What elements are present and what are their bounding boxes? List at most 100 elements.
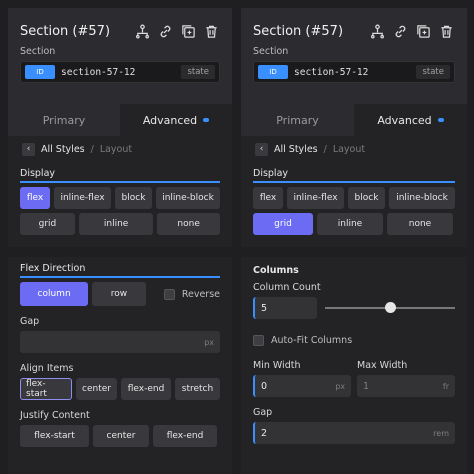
display-none-button[interactable]: none bbox=[387, 213, 453, 235]
reverse-label: Reverse bbox=[181, 288, 220, 300]
section-label: Section bbox=[20, 46, 56, 57]
display-inline-flex-button[interactable]: inline-flex bbox=[287, 187, 344, 209]
tab-advanced-label: Advanced bbox=[377, 113, 432, 127]
reverse-checkbox[interactable] bbox=[163, 288, 175, 300]
gap-label: Gap bbox=[253, 407, 273, 418]
display-underline bbox=[253, 181, 455, 183]
justify-flex-start-button[interactable]: flex-start bbox=[20, 425, 89, 447]
structure-icon[interactable] bbox=[368, 22, 386, 40]
tab-bar: Primary Advanced bbox=[8, 104, 232, 136]
back-chevron-icon[interactable]: ‹ bbox=[255, 142, 268, 156]
column-count-input[interactable]: 5 bbox=[253, 297, 317, 319]
duplicate-icon[interactable] bbox=[414, 22, 432, 40]
gap-input[interactable]: px bbox=[20, 331, 220, 353]
flex-direction-group: Flex Direction column row Reverse Gap px… bbox=[8, 257, 232, 447]
display-underline bbox=[20, 181, 220, 183]
max-width-unit: fr bbox=[442, 381, 449, 391]
display-inline-button[interactable]: inline bbox=[317, 213, 383, 235]
panel-header: Section (#57) Section ID section-57-12 s… bbox=[241, 8, 467, 104]
trash-icon[interactable] bbox=[437, 22, 455, 40]
display-inline-block-button[interactable]: inline-block bbox=[156, 187, 220, 209]
max-width-value: 1 bbox=[363, 380, 370, 392]
tab-indicator-dot bbox=[437, 118, 444, 122]
display-block-button[interactable]: block bbox=[348, 187, 385, 209]
id-value[interactable]: section-57-12 bbox=[294, 67, 416, 78]
display-inline-flex-button[interactable]: inline-flex bbox=[54, 187, 111, 209]
direction-row-button[interactable]: row bbox=[92, 282, 146, 306]
slider-thumb[interactable] bbox=[385, 302, 396, 313]
panel-title: Section (#57) bbox=[253, 23, 344, 39]
tab-advanced[interactable]: Advanced bbox=[354, 104, 467, 136]
tab-advanced-label: Advanced bbox=[142, 113, 198, 127]
id-badge: ID bbox=[258, 65, 288, 79]
panel-title: Section (#57) bbox=[20, 23, 111, 39]
breadcrumb-layout: Layout bbox=[332, 143, 366, 155]
align-items-label: Align Items bbox=[20, 363, 74, 374]
align-flex-start-button[interactable]: flex-start bbox=[20, 378, 72, 400]
section-divider bbox=[8, 247, 232, 257]
breadcrumb-separator: / bbox=[323, 143, 327, 155]
display-group: Display flex inline-flex block inline-bl… bbox=[241, 162, 467, 235]
id-field[interactable]: ID section-57-12 state bbox=[20, 61, 220, 83]
column-count-label: Column Count bbox=[253, 282, 321, 293]
display-label: Display bbox=[253, 168, 289, 179]
justify-flex-end-button[interactable]: flex-end bbox=[153, 425, 217, 447]
state-button[interactable]: state bbox=[181, 65, 215, 79]
columns-group: Columns Column Count 5 Auto-Fit Columns … bbox=[241, 257, 467, 444]
breadcrumb: ‹ All Styles / Layout bbox=[241, 136, 467, 162]
display-block-button[interactable]: block bbox=[115, 187, 152, 209]
display-flex-button[interactable]: flex bbox=[253, 187, 283, 209]
direction-column-button[interactable]: column bbox=[20, 282, 89, 306]
display-inline-button[interactable]: inline bbox=[78, 213, 154, 235]
display-grid-button[interactable]: grid bbox=[253, 213, 313, 235]
align-center-button[interactable]: center bbox=[76, 378, 117, 400]
link-icon[interactable] bbox=[156, 22, 174, 40]
breadcrumb-layout: Layout bbox=[99, 143, 133, 155]
link-icon[interactable] bbox=[391, 22, 409, 40]
auto-fit-label: Auto-Fit Columns bbox=[271, 335, 353, 346]
display-flex-button[interactable]: flex bbox=[20, 187, 50, 209]
display-inline-block-button[interactable]: inline-block bbox=[389, 187, 455, 209]
breadcrumb-separator: / bbox=[90, 143, 94, 155]
flex-direction-underline bbox=[20, 276, 220, 278]
reverse-toggle[interactable]: Reverse bbox=[163, 282, 220, 306]
tab-primary[interactable]: Primary bbox=[241, 104, 354, 136]
flex-direction-label: Flex Direction bbox=[20, 263, 86, 274]
back-chevron-icon[interactable]: ‹ bbox=[22, 142, 35, 156]
breadcrumb-all-styles[interactable]: All Styles bbox=[274, 144, 318, 155]
align-stretch-button[interactable]: stretch bbox=[175, 378, 220, 400]
id-value[interactable]: section-57-12 bbox=[61, 67, 181, 78]
tab-advanced[interactable]: Advanced bbox=[120, 104, 232, 136]
display-none-button[interactable]: none bbox=[157, 213, 220, 235]
justify-content-label: Justify Content bbox=[20, 410, 90, 421]
breadcrumb: ‹ All Styles / Layout bbox=[8, 136, 232, 162]
panel-header: Section (#57) Section ID section-57-12 s… bbox=[8, 8, 232, 104]
section-label: Section bbox=[253, 46, 289, 57]
gap-unit: px bbox=[204, 337, 214, 347]
min-width-input[interactable]: 0 px bbox=[253, 375, 351, 397]
auto-fit-checkbox[interactable] bbox=[253, 335, 264, 346]
style-panel-right: Section (#57) Section ID section-57-12 s… bbox=[241, 8, 467, 474]
justify-center-button[interactable]: center bbox=[93, 425, 149, 447]
state-button[interactable]: state bbox=[416, 65, 450, 79]
duplicate-icon[interactable] bbox=[179, 22, 197, 40]
gap-input[interactable]: 2 rem bbox=[253, 422, 455, 444]
structure-icon[interactable] bbox=[133, 22, 151, 40]
auto-fit-toggle[interactable]: Auto-Fit Columns bbox=[253, 335, 455, 346]
column-count-slider[interactable] bbox=[325, 302, 455, 313]
column-count-value: 5 bbox=[261, 302, 268, 314]
trash-icon[interactable] bbox=[202, 22, 220, 40]
max-width-label: Max Width bbox=[357, 360, 408, 371]
tab-primary[interactable]: Primary bbox=[8, 104, 120, 136]
max-width-input[interactable]: 1 fr bbox=[357, 375, 455, 397]
breadcrumb-all-styles[interactable]: All Styles bbox=[41, 144, 85, 155]
gap-value: 2 bbox=[261, 427, 268, 439]
columns-heading: Columns bbox=[253, 265, 299, 276]
display-grid-button[interactable]: grid bbox=[20, 213, 75, 235]
id-field[interactable]: ID section-57-12 state bbox=[253, 61, 455, 83]
align-flex-end-button[interactable]: flex-end bbox=[121, 378, 171, 400]
gap-unit: rem bbox=[433, 428, 449, 438]
min-width-value: 0 bbox=[261, 380, 268, 392]
gap-label: Gap bbox=[20, 316, 40, 327]
id-badge: ID bbox=[25, 65, 55, 79]
